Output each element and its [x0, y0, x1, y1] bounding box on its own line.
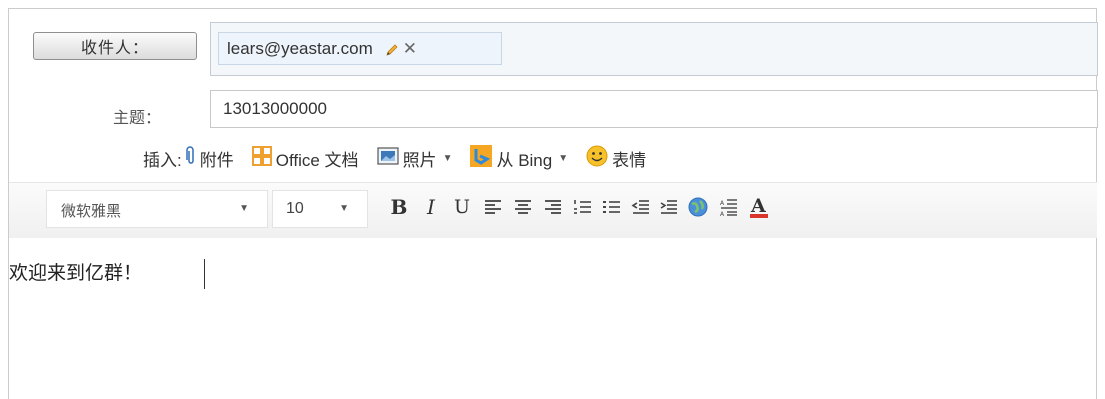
- photos-label: 照片: [402, 150, 437, 170]
- recipient-chip[interactable]: lears@yeastar.com ✕: [218, 32, 502, 65]
- format-toolbar: 微软雅黑 ▼ 10 ▼ B I U A A A: [9, 182, 1097, 238]
- indent-icon[interactable]: [657, 194, 681, 220]
- insert-label: 插入:: [143, 150, 182, 170]
- font-family-select[interactable]: 微软雅黑 ▼: [46, 190, 268, 228]
- svg-text:A: A: [720, 200, 725, 207]
- align-left-icon[interactable]: [481, 194, 505, 220]
- insert-attachment[interactable]: 附件: [185, 145, 234, 171]
- chevron-down-icon: ▼: [239, 203, 249, 214]
- chevron-down-icon: ▼: [339, 203, 349, 214]
- font-family-value: 微软雅黑: [61, 203, 122, 220]
- numbered-list-icon[interactable]: [571, 194, 595, 220]
- photos-dropdown-icon[interactable]: ▼: [443, 153, 453, 164]
- insert-bing[interactable]: 从 Bing ▼: [470, 144, 568, 172]
- insert-bar: 插入: 附件 Office 文档 照片 ▼ 从 Bing ▼ 表情: [143, 143, 664, 173]
- emoji-label: 表情: [612, 150, 647, 170]
- hyperlink-globe-icon[interactable]: [686, 194, 710, 220]
- bullet-list-icon[interactable]: [600, 194, 624, 220]
- office-doc-label: Office 文档: [275, 150, 359, 170]
- insert-emoji[interactable]: 表情: [586, 145, 646, 172]
- to-button[interactable]: 收件人：: [33, 32, 197, 60]
- editor-body-text[interactable]: 欢迎来到亿群！: [9, 258, 142, 285]
- italic-button[interactable]: I: [419, 194, 443, 220]
- bing-icon: [470, 144, 493, 172]
- line-spacing-icon[interactable]: A A: [717, 194, 741, 220]
- insert-office-doc[interactable]: Office 文档: [251, 145, 359, 171]
- insert-photos[interactable]: 照片 ▼: [376, 146, 453, 171]
- to-field[interactable]: lears@yeastar.com ✕: [210, 22, 1098, 76]
- subject-input[interactable]: 13013000000: [210, 90, 1098, 128]
- attachment-label: 附件: [199, 150, 234, 170]
- bold-button[interactable]: B: [387, 194, 411, 220]
- bing-label: 从 Bing: [496, 150, 553, 170]
- align-center-icon[interactable]: [511, 194, 535, 220]
- bing-dropdown-icon[interactable]: ▼: [558, 153, 568, 164]
- underline-button[interactable]: U: [450, 194, 474, 220]
- photo-icon: [376, 146, 399, 170]
- svg-text:A: A: [750, 195, 766, 217]
- font-size-value: 10: [286, 200, 304, 217]
- text-cursor: [204, 259, 205, 289]
- svg-text:A: A: [720, 211, 725, 217]
- paperclip-icon: [185, 145, 196, 171]
- outdent-icon[interactable]: [629, 194, 653, 220]
- office-doc-icon: [251, 145, 272, 171]
- recipient-email: lears@yeastar.com: [227, 38, 373, 58]
- font-size-select[interactable]: 10 ▼: [272, 190, 368, 228]
- subject-label: 主题：: [113, 110, 162, 127]
- remove-recipient-icon[interactable]: ✕: [403, 39, 417, 59]
- align-right-icon[interactable]: [541, 194, 565, 220]
- edit-pencil-icon[interactable]: [385, 42, 399, 56]
- font-color-icon[interactable]: A: [747, 194, 771, 220]
- smiley-icon: [586, 145, 608, 172]
